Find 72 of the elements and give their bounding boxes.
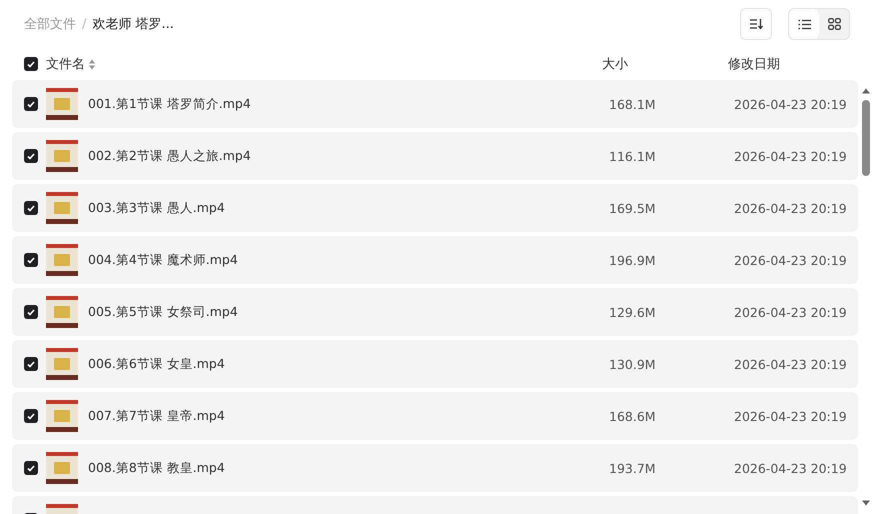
row-checkbox[interactable] <box>24 201 38 215</box>
check-icon <box>27 152 35 160</box>
row-checkbox[interactable] <box>24 97 38 111</box>
video-thumbnail <box>46 452 78 484</box>
modified-date: 2026-04-23 20:19 <box>734 96 847 112</box>
file-size: 130.9M <box>609 356 657 372</box>
file-row[interactable]: 008.第8节课 教皇.mp4 193.7M 2026-04-23 20:19 <box>12 444 858 492</box>
row-checkbox[interactable] <box>24 253 38 267</box>
check-icon <box>27 464 35 472</box>
row-checkbox[interactable] <box>24 461 38 475</box>
file-name[interactable]: 001.第1节课 塔罗简介.mp4 <box>88 96 609 112</box>
check-icon <box>27 204 35 212</box>
file-row[interactable]: 004.第4节课 魔术师.mp4 196.9M 2026-04-23 20:19 <box>12 236 858 284</box>
file-name[interactable]: 008.第8节课 教皇.mp4 <box>88 460 609 476</box>
file-size: 196.9M <box>609 252 657 268</box>
file-row[interactable]: 001.第1节课 塔罗简介.mp4 168.1M 2026-04-23 20:19 <box>12 80 858 128</box>
sort-button[interactable] <box>740 8 772 40</box>
grid-icon <box>828 18 840 30</box>
video-thumbnail <box>46 296 78 328</box>
file-name[interactable]: 003.第3节课 愚人.mp4 <box>88 200 609 216</box>
file-name[interactable]: 006.第6节课 女皇.mp4 <box>88 356 609 372</box>
file-size: 116.1M <box>609 148 657 164</box>
file-row[interactable]: 003.第3节课 愚人.mp4 169.5M 2026-04-23 20:19 <box>12 184 858 232</box>
column-header[interactable]: 文件名 <box>46 55 85 73</box>
file-size: 193.7M <box>609 460 657 476</box>
breadcrumb-item: 欢老师 塔罗... <box>92 16 174 33</box>
file-row[interactable]: 006.第6节课 女皇.mp4 130.9M 2026-04-23 20:19 <box>12 340 858 388</box>
row-checkbox[interactable] <box>24 149 38 163</box>
modified-date: 2026-04-23 20:19 <box>734 304 847 320</box>
column-header[interactable]: 大小 <box>602 55 628 73</box>
modified-date: 2026-04-23 20:19 <box>734 408 847 424</box>
video-thumbnail <box>46 244 78 276</box>
file-size: 168.6M <box>609 408 657 424</box>
file-name[interactable]: 002.第2节课 愚人之旅.mp4 <box>88 148 609 164</box>
row-checkbox[interactable] <box>24 357 38 371</box>
check-icon <box>27 100 35 108</box>
video-thumbnail <box>46 140 78 172</box>
scroll-up-icon[interactable] <box>862 88 870 94</box>
modified-date: 2026-04-23 20:19 <box>734 200 847 216</box>
scrollbar-thumb[interactable] <box>862 100 870 176</box>
check-icon <box>27 60 35 68</box>
select-all-checkbox[interactable] <box>24 57 38 71</box>
modified-date: 2026-04-23 20:19 <box>734 356 847 372</box>
file-row[interactable]: 007.第7节课 皇帝.mp4 168.6M 2026-04-23 20:19 <box>12 392 858 440</box>
breadcrumb-separator: / <box>82 16 86 32</box>
scroll-down-icon[interactable] <box>862 500 870 506</box>
row-checkbox[interactable] <box>24 409 38 423</box>
modified-date: 2026-04-23 20:19 <box>734 148 847 164</box>
list-view-button[interactable] <box>789 9 819 39</box>
video-thumbnail <box>46 192 78 224</box>
row-checkbox[interactable] <box>24 305 38 319</box>
file-size: 168.1M <box>609 96 657 112</box>
check-icon <box>27 412 35 420</box>
check-icon <box>27 308 35 316</box>
column-header[interactable]: 修改日期 <box>728 55 780 73</box>
file-name[interactable]: 005.第5节课 女祭司.mp4 <box>88 304 609 320</box>
video-thumbnail <box>46 400 78 432</box>
video-thumbnail <box>46 348 78 380</box>
file-size: 169.5M <box>609 200 657 216</box>
file-row[interactable]: 002.第2节课 愚人之旅.mp4 116.1M 2026-04-23 20:19 <box>12 132 858 180</box>
file-size: 129.6M <box>609 304 657 320</box>
file-name[interactable]: 004.第4节课 魔术师.mp4 <box>88 252 609 268</box>
file-name[interactable]: 007.第7节课 皇帝.mp4 <box>88 408 609 424</box>
modified-date: 2026-04-23 20:19 <box>734 252 847 268</box>
sort-icon <box>749 18 763 30</box>
sort-arrows-icon <box>89 58 95 70</box>
file-row[interactable]: 005.第5节课 女祭司.mp4 129.6M 2026-04-23 20:19 <box>12 288 858 336</box>
modified-date: 2026-04-23 20:19 <box>734 460 847 476</box>
list-icon <box>798 18 810 30</box>
video-thumbnail <box>46 88 78 120</box>
check-icon <box>27 360 35 368</box>
check-icon <box>27 256 35 264</box>
